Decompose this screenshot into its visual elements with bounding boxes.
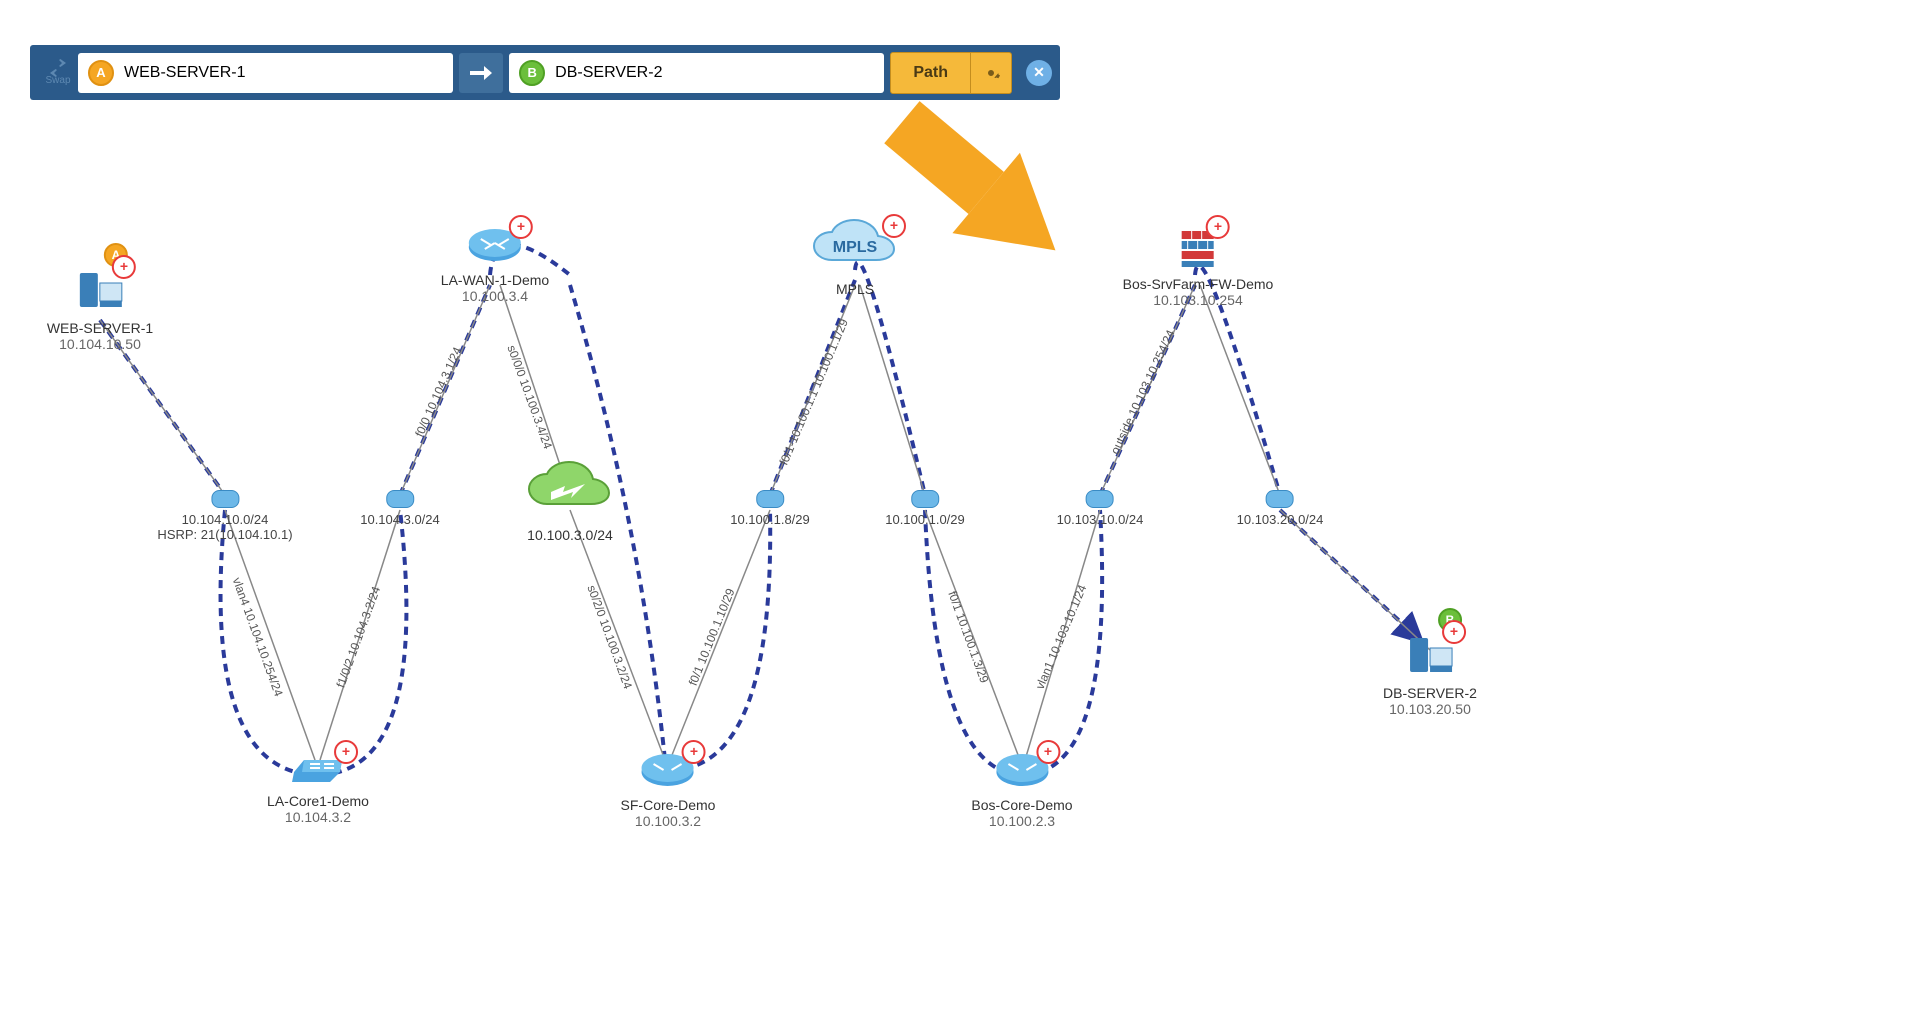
server-icon: B + bbox=[1404, 630, 1456, 678]
node-ip: 10.100.3.2 bbox=[621, 813, 716, 829]
node-bos-srvfarm-fw[interactable]: + Bos-SrvFarm-FW-Demo 10.103.10.254 bbox=[1123, 225, 1274, 308]
node-sf-core[interactable]: + SF-Core-Demo 10.100.3.2 bbox=[621, 750, 716, 829]
node-name: WEB-SERVER-1 bbox=[47, 320, 153, 336]
add-icon[interactable]: + bbox=[882, 214, 906, 238]
subnet-icon bbox=[1266, 490, 1294, 508]
node-ip: 10.103.20.50 bbox=[1383, 701, 1477, 717]
node-name: MPLS bbox=[810, 281, 900, 297]
add-icon[interactable]: + bbox=[112, 255, 136, 279]
switch-icon: + bbox=[288, 750, 348, 786]
node-ip: 10.103.10.254 bbox=[1123, 292, 1274, 308]
subnet-sublabel: HSRP: 21(10.104.10.1) bbox=[157, 527, 292, 542]
router-icon: + bbox=[640, 750, 696, 790]
subnet[interactable]: 10.104.10.0/24HSRP: 21(10.104.10.1) bbox=[157, 490, 292, 542]
node-bos-core[interactable]: + Bos-Core-Demo 10.100.2.3 bbox=[971, 750, 1072, 829]
add-icon[interactable]: + bbox=[1442, 620, 1466, 644]
node-ip: 10.104.10.50 bbox=[47, 336, 153, 352]
subnet-icon bbox=[1086, 490, 1114, 508]
node-la-wan-1[interactable]: + LA-WAN-1-Demo 10.100.3.4 bbox=[441, 225, 549, 304]
subnet-label: 10.100.3.0/24 bbox=[525, 527, 615, 543]
add-icon[interactable]: + bbox=[1036, 740, 1060, 764]
node-ip: 10.104.3.2 bbox=[267, 809, 369, 825]
add-icon[interactable]: + bbox=[1206, 215, 1230, 239]
node-name: LA-WAN-1-Demo bbox=[441, 272, 549, 288]
subnet[interactable]: 10.103.20.0/24 bbox=[1237, 490, 1324, 527]
subnet-cloud[interactable]: 10.100.3.0/24 bbox=[525, 460, 615, 543]
node-web-server-1[interactable]: A + WEB-SERVER-1 10.104.10.50 bbox=[47, 265, 153, 352]
server-icon: A + bbox=[74, 265, 126, 313]
node-ip: 10.100.2.3 bbox=[971, 813, 1072, 829]
subnet[interactable]: 10.100.1.8/29 bbox=[730, 490, 810, 527]
node-db-server-2[interactable]: B + DB-SERVER-2 10.103.20.50 bbox=[1383, 630, 1477, 717]
subnet-icon bbox=[211, 490, 239, 508]
router-icon: + bbox=[467, 225, 523, 265]
subnet[interactable]: 10.104.3.0/24 bbox=[360, 490, 440, 527]
add-icon[interactable]: + bbox=[509, 215, 533, 239]
subnet-icon bbox=[911, 490, 939, 508]
add-icon[interactable]: + bbox=[682, 740, 706, 764]
node-name: DB-SERVER-2 bbox=[1383, 685, 1477, 701]
subnet[interactable]: 10.100.1.0/29 bbox=[885, 490, 965, 527]
subnet-icon bbox=[386, 490, 414, 508]
subnet-label: 10.104.10.0/24 bbox=[157, 512, 292, 527]
subnet-label: 10.104.3.0/24 bbox=[360, 512, 440, 527]
subnet-label: 10.103.10.0/24 bbox=[1057, 512, 1144, 527]
subnet-label: 10.103.20.0/24 bbox=[1237, 512, 1324, 527]
cloud-icon: + MPLS bbox=[810, 220, 900, 274]
firewall-icon: + bbox=[1176, 225, 1220, 269]
add-icon[interactable]: + bbox=[334, 740, 358, 764]
subnet-label: 10.100.1.0/29 bbox=[885, 512, 965, 527]
node-name: Bos-SrvFarm-FW-Demo bbox=[1123, 276, 1274, 292]
node-name: SF-Core-Demo bbox=[621, 797, 716, 813]
node-la-core1[interactable]: + LA-Core1-Demo 10.104.3.2 bbox=[267, 750, 369, 825]
subnet-icon bbox=[756, 490, 784, 508]
node-ip: 10.100.3.4 bbox=[441, 288, 549, 304]
subnet[interactable]: 10.103.10.0/24 bbox=[1057, 490, 1144, 527]
subnet-label: 10.100.1.8/29 bbox=[730, 512, 810, 527]
svg-text:MPLS: MPLS bbox=[833, 239, 878, 256]
node-mpls[interactable]: + MPLS MPLS bbox=[810, 220, 900, 297]
node-name: LA-Core1-Demo bbox=[267, 793, 369, 809]
cloud-icon bbox=[525, 460, 615, 520]
router-icon: + bbox=[994, 750, 1050, 790]
node-name: Bos-Core-Demo bbox=[971, 797, 1072, 813]
